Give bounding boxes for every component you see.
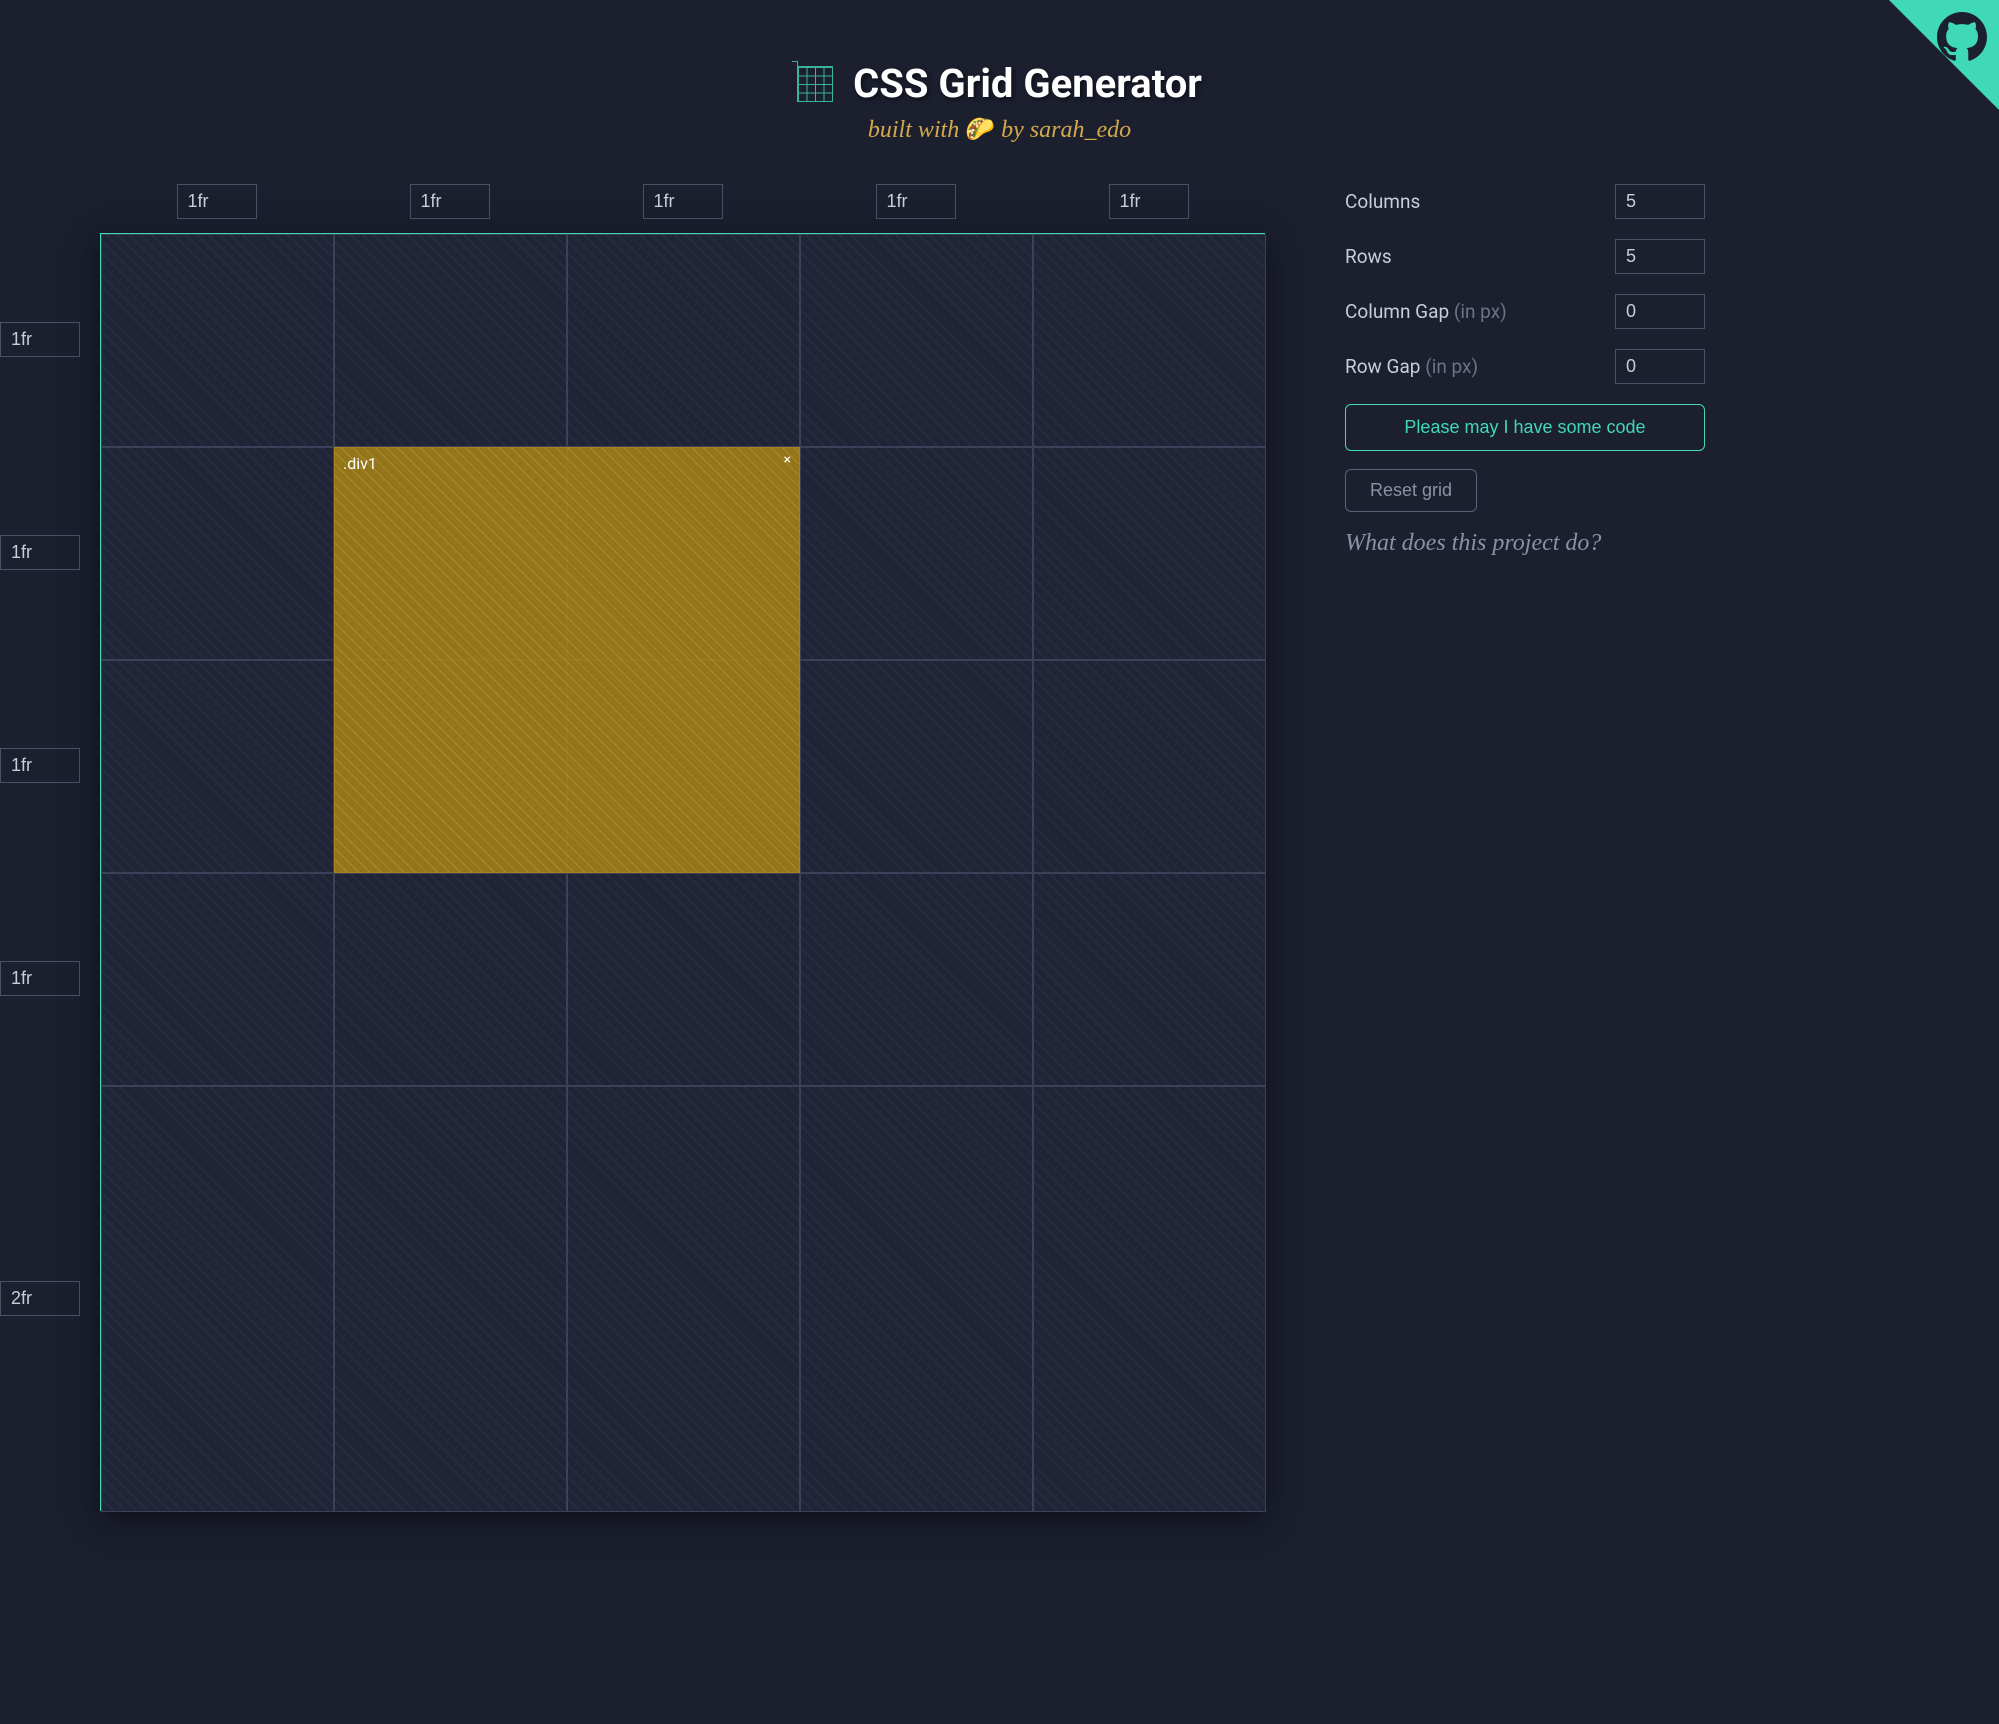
grid-cell[interactable]: [101, 660, 334, 873]
row-size-input-4[interactable]: [0, 1281, 80, 1316]
column-headers: [100, 184, 1265, 219]
grid-cell[interactable]: [800, 873, 1033, 1086]
reset-button[interactable]: Reset grid: [1345, 469, 1477, 512]
grid-cell[interactable]: [1033, 660, 1266, 873]
close-icon[interactable]: ×: [784, 452, 791, 468]
colgap-input[interactable]: [1615, 294, 1705, 329]
grid-cell[interactable]: [567, 1086, 800, 1512]
child-label: .div1: [343, 454, 377, 473]
grid-cell[interactable]: [567, 873, 800, 1086]
grid-cell[interactable]: [800, 1086, 1033, 1512]
grid-cell[interactable]: [334, 234, 567, 447]
subtitle: built with 🌮 by sarah_edo: [0, 115, 1999, 144]
row-headers: [0, 233, 80, 1511]
colgap-label: Column Gap (in px): [1345, 300, 1507, 323]
grid-cell[interactable]: [101, 234, 334, 447]
grid-cell[interactable]: [101, 1086, 334, 1512]
row-size-input-0[interactable]: [0, 322, 80, 357]
controls-panel: Columns Rows Column Gap (in px) Row Gap …: [1345, 184, 1705, 557]
row-size-input-3[interactable]: [0, 961, 80, 996]
grid-child[interactable]: .div1 ×: [334, 447, 800, 873]
col-size-input-3[interactable]: [876, 184, 956, 219]
cat-icon: [1937, 12, 1987, 62]
taco-icon: 🌮: [965, 117, 995, 143]
col-size-input-1[interactable]: [410, 184, 490, 219]
author-link[interactable]: sarah_edo: [1030, 117, 1131, 143]
grid-cell[interactable]: [1033, 234, 1266, 447]
grid-cell[interactable]: [101, 447, 334, 660]
grid-cell[interactable]: [567, 234, 800, 447]
github-corner[interactable]: [1889, 0, 1999, 110]
grid-cell[interactable]: [1033, 447, 1266, 660]
columns-label: Columns: [1345, 190, 1420, 213]
grid-logo-icon: [797, 66, 833, 102]
grid-cell[interactable]: [334, 873, 567, 1086]
grid-cell[interactable]: [800, 234, 1033, 447]
grid-canvas[interactable]: .div1 ×: [100, 233, 1265, 1511]
rowgap-input[interactable]: [1615, 349, 1705, 384]
col-size-input-4[interactable]: [1109, 184, 1189, 219]
col-size-input-2[interactable]: [643, 184, 723, 219]
rows-label: Rows: [1345, 245, 1392, 268]
grid-cell[interactable]: [800, 447, 1033, 660]
help-link[interactable]: What does this project do?: [1345, 530, 1705, 557]
grid-cell[interactable]: [101, 873, 334, 1086]
get-code-button[interactable]: Please may I have some code: [1345, 404, 1705, 451]
columns-input[interactable]: [1615, 184, 1705, 219]
row-size-input-2[interactable]: [0, 748, 80, 783]
row-size-input-1[interactable]: [0, 535, 80, 570]
grid-cell[interactable]: [1033, 1086, 1266, 1512]
page-title: CSS Grid Generator: [853, 60, 1202, 107]
header: CSS Grid Generator built with 🌮 by sarah…: [0, 0, 1999, 184]
rowgap-label: Row Gap (in px): [1345, 355, 1478, 378]
grid-cell[interactable]: [334, 1086, 567, 1512]
grid-cell[interactable]: [1033, 873, 1266, 1086]
rows-input[interactable]: [1615, 239, 1705, 274]
col-size-input-0[interactable]: [177, 184, 257, 219]
grid-cell[interactable]: [800, 660, 1033, 873]
